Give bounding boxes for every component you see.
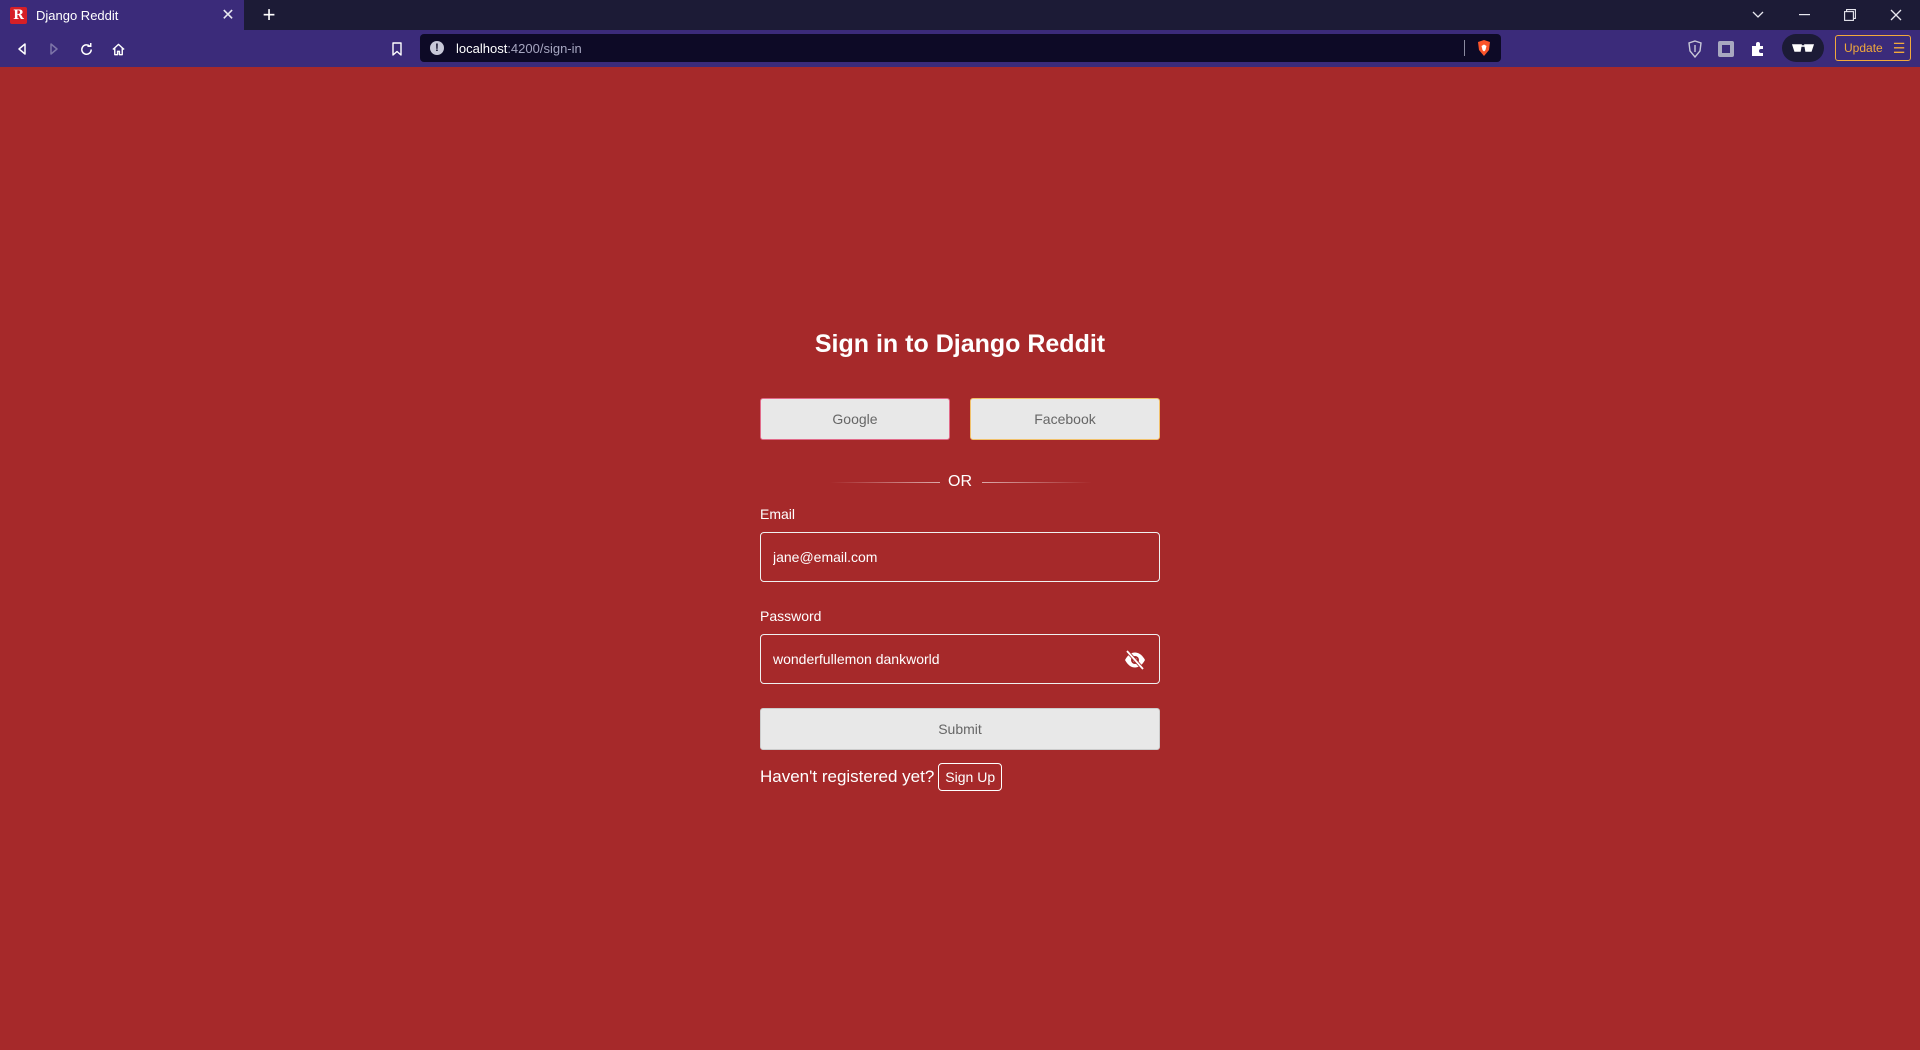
email-field-wrapper[interactable] [760,532,1160,582]
close-window-button[interactable] [1873,0,1919,30]
password-field[interactable] [773,651,1103,667]
facebook-sign-in-button[interactable]: Facebook [970,398,1160,440]
sign-up-button[interactable]: Sign Up [938,763,1003,791]
update-button[interactable]: Update ☰ [1835,35,1911,61]
url-separator [1464,40,1465,56]
browser-titlebar: R Django Reddit ✕ + [0,0,1920,30]
password-field-wrapper[interactable] [760,634,1160,684]
tab-title: Django Reddit [36,7,119,23]
update-label: Update [1844,41,1883,55]
new-tab-button[interactable]: + [256,2,282,28]
google-sign-in-button[interactable]: Google [760,398,950,440]
url-host: localhost [456,40,508,56]
url-path: :4200/sign-in [507,40,582,56]
info-icon[interactable]: ! [430,41,444,55]
minimize-button[interactable] [1781,0,1827,30]
tab-search-chevron-icon[interactable] [1735,0,1781,30]
address-bar[interactable]: ! localhost:4200/sign-in [420,34,1501,62]
restore-button[interactable] [1827,0,1873,30]
or-divider: OR [760,473,1160,493]
tab-favicon-icon: R [10,6,27,24]
page-title: Sign in to Django Reddit [814,330,1106,358]
brave-shield-icon[interactable] [1475,39,1493,57]
signup-prompt: Haven't registered yet? [760,767,935,786]
brave-rewards-icon[interactable] [1684,38,1706,60]
email-field[interactable] [773,549,1103,565]
email-label: Email [760,506,796,522]
url-text: localhost:4200/sign-in [456,41,582,56]
wallet-icon[interactable] [1782,34,1824,62]
eye-off-icon[interactable] [1123,649,1147,671]
reload-icon[interactable] [73,36,99,62]
browser-toolbar: ! localhost:4200/sign-in Update ☰ [0,30,1920,67]
forward-icon[interactable] [41,36,67,62]
bookmark-icon[interactable] [384,36,410,62]
back-icon[interactable] [9,36,35,62]
puzzle-icon[interactable] [1747,38,1769,60]
browser-tab[interactable]: R Django Reddit ✕ [0,0,244,30]
tab-close-icon[interactable]: ✕ [218,5,238,25]
submit-button[interactable]: Submit [760,708,1160,750]
menu-icon[interactable]: ☰ [1893,40,1906,57]
extension-icon[interactable] [1715,38,1737,60]
or-label: OR [948,473,972,490]
signup-row: Haven't registered yet? Sign Up [760,763,1003,791]
password-label: Password [760,608,822,624]
home-icon[interactable] [105,36,131,62]
